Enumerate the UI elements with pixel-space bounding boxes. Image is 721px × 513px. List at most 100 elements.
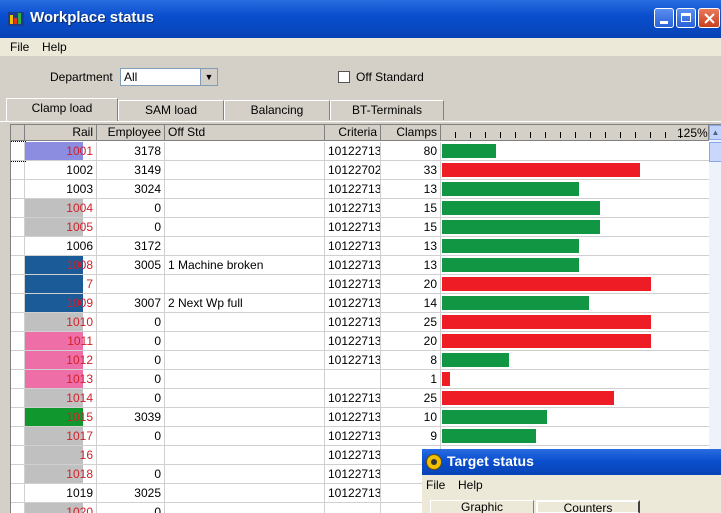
scroll-thumb[interactable] xyxy=(709,142,721,162)
table-row[interactable]: 7 10122713 20 xyxy=(11,275,709,294)
row-selector[interactable] xyxy=(11,141,26,162)
row-selector[interactable] xyxy=(11,199,25,218)
table-row[interactable]: 1006 3172 10122713 13 xyxy=(11,237,709,256)
clamps-cell[interactable]: 9 xyxy=(381,427,441,446)
clamps-cell[interactable]: 80 xyxy=(381,142,441,161)
criteria-cell[interactable]: 10122713 xyxy=(325,294,381,313)
menu-help[interactable]: Help xyxy=(42,40,67,54)
row-selector[interactable] xyxy=(11,294,25,313)
clamps-cell[interactable]: 1 xyxy=(381,370,441,389)
employee-cell[interactable]: 3039 xyxy=(97,408,165,427)
criteria-cell[interactable]: 10122713 xyxy=(325,465,381,484)
header-employee[interactable]: Employee xyxy=(97,125,165,141)
off-std-cell[interactable] xyxy=(165,370,325,389)
employee-cell[interactable]: 0 xyxy=(97,427,165,446)
rail-cell[interactable]: 1004 xyxy=(25,199,97,218)
table-row[interactable]: 1017 0 10122713 9 xyxy=(11,427,709,446)
rail-cell[interactable]: 1002 xyxy=(25,161,97,180)
rail-cell[interactable]: 1012 xyxy=(25,351,97,370)
header-off-std[interactable]: Off Std xyxy=(165,125,325,141)
employee-cell[interactable]: 0 xyxy=(97,503,165,513)
criteria-cell[interactable]: 10122702 xyxy=(325,161,381,180)
employee-cell[interactable]: 0 xyxy=(97,370,165,389)
off-std-cell[interactable] xyxy=(165,446,325,465)
tab-bt-terminals[interactable]: BT-Terminals xyxy=(330,100,444,120)
off-std-cell[interactable] xyxy=(165,161,325,180)
employee-cell[interactable]: 0 xyxy=(97,313,165,332)
off-std-cell[interactable] xyxy=(165,218,325,237)
tab-sam-load[interactable]: SAM load xyxy=(118,100,224,120)
clamps-cell[interactable]: 13 xyxy=(381,256,441,275)
header-clamps[interactable]: Clamps xyxy=(381,125,441,141)
criteria-cell[interactable]: 10122713 xyxy=(325,332,381,351)
off-std-cell[interactable] xyxy=(165,313,325,332)
employee-cell[interactable]: 0 xyxy=(97,332,165,351)
criteria-cell[interactable]: 10122713 xyxy=(325,446,381,465)
row-selector[interactable] xyxy=(11,237,25,256)
employee-cell[interactable]: 0 xyxy=(97,389,165,408)
clamps-cell[interactable]: 25 xyxy=(381,389,441,408)
row-selector[interactable] xyxy=(11,427,25,446)
clamps-cell[interactable]: 13 xyxy=(381,237,441,256)
row-selector[interactable] xyxy=(11,370,25,389)
clamps-cell[interactable]: 33 xyxy=(381,161,441,180)
off-std-cell[interactable] xyxy=(165,351,325,370)
rail-cell[interactable]: 7 xyxy=(25,275,97,294)
row-selector[interactable] xyxy=(11,446,25,465)
rail-cell[interactable]: 1018 xyxy=(25,465,97,484)
criteria-cell[interactable]: 10122713 xyxy=(325,427,381,446)
clamps-cell[interactable]: 15 xyxy=(381,199,441,218)
row-selector[interactable] xyxy=(11,408,25,427)
rail-cell[interactable]: 1005 xyxy=(25,218,97,237)
target-title-bar[interactable]: Target status xyxy=(422,449,721,475)
criteria-cell[interactable]: 10122713 xyxy=(325,484,381,503)
employee-cell[interactable]: 0 xyxy=(97,218,165,237)
close-button[interactable] xyxy=(698,8,720,28)
criteria-cell[interactable]: 10122713 xyxy=(325,351,381,370)
employee-cell[interactable]: 3025 xyxy=(97,484,165,503)
chevron-down-icon[interactable]: ▼ xyxy=(200,69,217,85)
rail-cell[interactable]: 1011 xyxy=(25,332,97,351)
rail-cell[interactable]: 1003 xyxy=(25,180,97,199)
table-row[interactable]: 1012 0 10122713 8 xyxy=(11,351,709,370)
rail-cell[interactable]: 1001 xyxy=(25,142,97,161)
criteria-cell[interactable]: 10122713 xyxy=(325,237,381,256)
clamps-cell[interactable]: 10 xyxy=(381,408,441,427)
header-rail[interactable]: Rail xyxy=(25,125,97,141)
employee-cell[interactable]: 3149 xyxy=(97,161,165,180)
off-std-cell[interactable] xyxy=(165,408,325,427)
rail-cell[interactable]: 1006 xyxy=(25,237,97,256)
row-selector[interactable] xyxy=(11,218,25,237)
department-select[interactable]: All ▼ xyxy=(120,68,218,86)
criteria-cell[interactable] xyxy=(325,503,381,513)
row-selector[interactable] xyxy=(11,332,25,351)
rail-cell[interactable]: 16 xyxy=(25,446,97,465)
off-std-cell[interactable] xyxy=(165,389,325,408)
employee-cell[interactable]: 3024 xyxy=(97,180,165,199)
rail-cell[interactable]: 1017 xyxy=(25,427,97,446)
off-std-cell[interactable] xyxy=(165,142,325,161)
criteria-cell[interactable]: 10122713 xyxy=(325,218,381,237)
clamps-cell[interactable]: 25 xyxy=(381,313,441,332)
row-selector[interactable] xyxy=(11,503,25,513)
row-selector[interactable] xyxy=(11,161,25,180)
rail-cell[interactable]: 1014 xyxy=(25,389,97,408)
target-menu-help[interactable]: Help xyxy=(458,478,483,492)
scroll-up-icon[interactable]: ▲ xyxy=(709,125,721,140)
tab-graphic[interactable]: Graphic xyxy=(430,500,534,513)
rail-cell[interactable]: 1010 xyxy=(25,313,97,332)
tab-balancing[interactable]: Balancing xyxy=(224,100,330,120)
table-row[interactable]: 1001 3178 10122713 80 xyxy=(11,141,709,162)
employee-cell[interactable]: 3005 xyxy=(97,256,165,275)
maximize-button[interactable] xyxy=(676,8,696,28)
employee-cell[interactable] xyxy=(97,446,165,465)
table-row[interactable]: 1002 3149 10122702 33 xyxy=(11,161,709,180)
rail-cell[interactable]: 1013 xyxy=(25,370,97,389)
clamps-cell[interactable]: 20 xyxy=(381,275,441,294)
criteria-cell[interactable]: 10122713 xyxy=(325,180,381,199)
off-std-cell[interactable] xyxy=(165,275,325,294)
table-row[interactable]: 1013 0 1 xyxy=(11,370,709,389)
clamps-cell[interactable]: 20 xyxy=(381,332,441,351)
off-std-cell[interactable]: 2 Next Wp full xyxy=(165,294,325,313)
table-row[interactable]: 1008 3005 1 Machine broken 10122713 13 xyxy=(11,256,709,275)
